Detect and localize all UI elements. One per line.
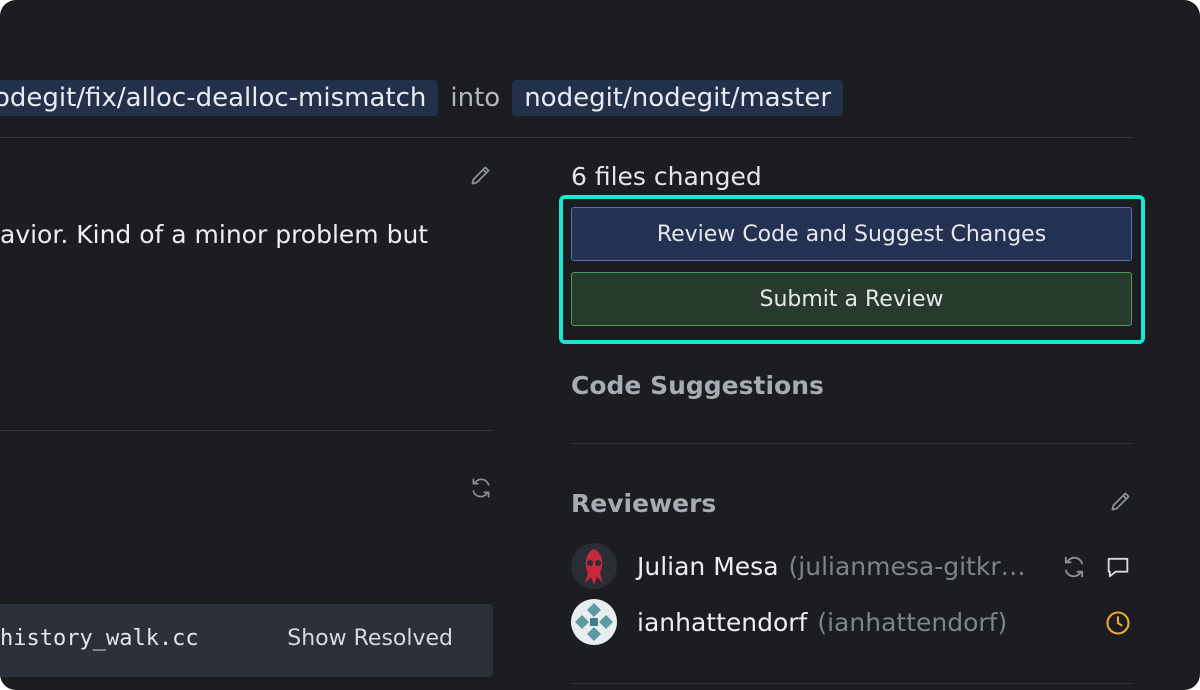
reviewer-name: Julian Mesa	[637, 551, 779, 581]
target-branch-tag[interactable]: nodegit/nodegit/master	[512, 80, 844, 116]
review-code-button[interactable]: Review Code and Suggest Changes	[571, 207, 1132, 261]
file-name[interactable]: history_walk.cc	[0, 626, 199, 651]
refresh-icon[interactable]	[1059, 552, 1089, 582]
edit-description-icon[interactable]	[467, 161, 495, 189]
reviewer-actions	[1103, 608, 1133, 638]
clock-icon	[1103, 608, 1133, 638]
branch-bar: odegit/fix/alloc-dealloc-mismatch into n…	[0, 80, 844, 116]
description-divider	[0, 430, 493, 431]
reviewer-row[interactable]: Julian Mesa (julianmesa-gitkr…	[571, 542, 1133, 590]
reviewer-row[interactable]: ianhattendorf (ianhattendorf)	[571, 598, 1133, 646]
avatar	[571, 543, 617, 589]
reviewers-divider	[571, 683, 1133, 684]
suggestions-divider	[571, 443, 1133, 444]
comment-icon[interactable]	[1103, 552, 1133, 582]
show-resolved-button[interactable]: Show Resolved	[287, 626, 453, 651]
submit-review-button[interactable]: Submit a Review	[571, 272, 1132, 326]
reviewer-actions	[1059, 552, 1133, 582]
refresh-icon[interactable]	[467, 474, 495, 502]
into-label: into	[450, 83, 501, 113]
reviewer-handle: (ianhattendorf)	[817, 607, 1008, 637]
app-window: odegit/fix/alloc-dealloc-mismatch into n…	[0, 0, 1200, 690]
header-divider	[0, 137, 1133, 138]
reviewer-handle: (julianmesa-gitkr…	[788, 551, 1026, 581]
file-row[interactable]: history_walk.cc Show Resolved	[0, 604, 493, 677]
reviewers-title: Reviewers	[571, 489, 717, 518]
pr-description: avior. Kind of a minor problem but	[0, 220, 429, 249]
code-suggestions-title: Code Suggestions	[571, 371, 824, 400]
reviewer-name: ianhattendorf	[637, 607, 808, 637]
edit-reviewers-icon[interactable]	[1107, 487, 1135, 515]
files-changed-label[interactable]: 6 files changed	[571, 162, 762, 191]
source-branch-tag[interactable]: odegit/fix/alloc-dealloc-mismatch	[0, 80, 439, 116]
avatar	[571, 599, 617, 645]
